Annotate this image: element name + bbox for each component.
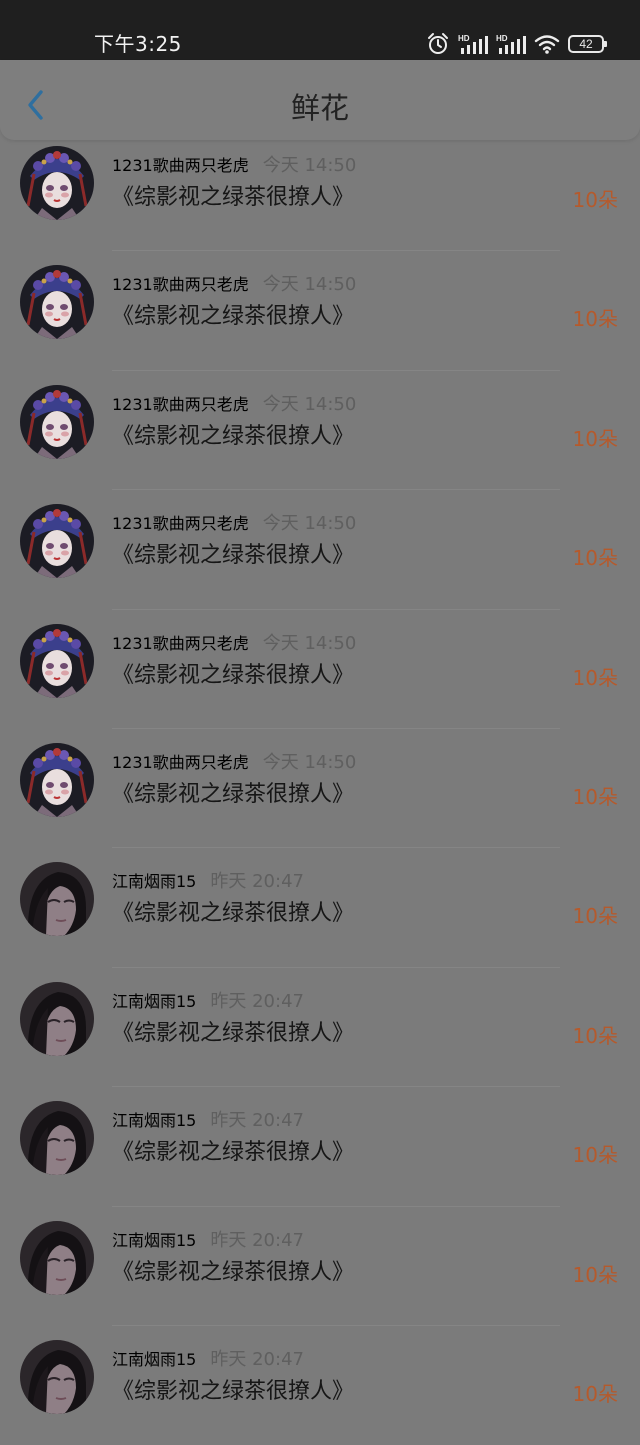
list-item[interactable]: 江南烟雨15 昨天 20:47 《综影视之绿茶很撩人》 10朵 bbox=[0, 1087, 640, 1207]
user-name[interactable]: 江南烟雨15 bbox=[112, 872, 196, 891]
book-title[interactable]: 《综影视之绿茶很撩人》 bbox=[112, 1138, 354, 1168]
user-name[interactable]: 1231歌曲两只老虎 bbox=[112, 275, 249, 294]
item-time: 今天 14:50 bbox=[262, 752, 357, 773]
book-title[interactable]: 《综影视之绿茶很撩人》 bbox=[112, 183, 354, 213]
hd-signal-icon: HD bbox=[458, 34, 488, 54]
battery-icon: 42 bbox=[568, 35, 607, 53]
flower-count: 10朵 bbox=[572, 546, 618, 571]
portrait-avatar[interactable] bbox=[20, 1340, 94, 1414]
flower-count: 10朵 bbox=[572, 1382, 618, 1406]
item-meta: 江南烟雨15 昨天 20:47 bbox=[112, 987, 304, 1013]
book-title[interactable]: 《综影视之绿茶很撩人》 bbox=[112, 1019, 354, 1049]
item-time: 今天 14:50 bbox=[262, 155, 357, 176]
user-name[interactable]: 1231歌曲两只老虎 bbox=[112, 514, 249, 533]
item-meta: 1231歌曲两只老虎 今天 14:50 bbox=[112, 151, 356, 177]
book-title[interactable]: 《综影视之绿茶很撩人》 bbox=[112, 661, 354, 691]
opera-avatar[interactable] bbox=[20, 504, 94, 579]
item-meta: 1231歌曲两只老虎 今天 14:50 bbox=[112, 748, 356, 774]
portrait-avatar[interactable] bbox=[20, 862, 94, 937]
user-name[interactable]: 1231歌曲两只老虎 bbox=[112, 156, 249, 175]
opera-avatar[interactable] bbox=[20, 146, 94, 220]
opera-avatar[interactable] bbox=[20, 623, 94, 698]
list-item[interactable]: 江南烟雨15 昨天 20:47 《综影视之绿茶很撩人》 10朵 bbox=[0, 1326, 640, 1445]
book-title[interactable]: 《综影视之绿茶很撩人》 bbox=[112, 899, 354, 929]
flower-count: 10朵 bbox=[572, 665, 618, 690]
opera-avatar[interactable] bbox=[20, 265, 94, 340]
item-meta: 1231歌曲两只老虎 今天 14:50 bbox=[112, 509, 356, 535]
book-title[interactable]: 《综影视之绿茶很撩人》 bbox=[112, 1377, 354, 1407]
user-name[interactable]: 江南烟雨15 bbox=[112, 992, 196, 1011]
item-time: 昨天 20:47 bbox=[210, 990, 304, 1012]
item-time: 今天 14:50 bbox=[262, 513, 357, 535]
flower-count: 10朵 bbox=[572, 307, 618, 332]
flower-count: 10朵 bbox=[572, 1143, 618, 1168]
user-name[interactable]: 江南烟雨15 bbox=[112, 1231, 196, 1250]
list-item[interactable]: 江南烟雨15 昨天 20:47 《综影视之绿茶很撩人》 10朵 bbox=[0, 1207, 640, 1326]
portrait-avatar[interactable] bbox=[20, 981, 94, 1056]
item-meta: 1231歌曲两只老虎 今天 14:50 bbox=[112, 629, 356, 655]
item-meta: 1231歌曲两只老虎 今天 14:50 bbox=[112, 270, 356, 296]
svg-text:HD: HD bbox=[458, 34, 470, 43]
opera-avatar[interactable] bbox=[20, 743, 94, 817]
user-name[interactable]: 江南烟雨15 bbox=[112, 1111, 196, 1130]
item-meta: 1231歌曲两只老虎 今天 14:50 bbox=[112, 390, 356, 416]
list-item[interactable]: 江南烟雨15 昨天 20:47 《综影视之绿茶很撩人》 10朵 bbox=[0, 968, 640, 1088]
status-icons: HD HD 42 bbox=[426, 32, 607, 56]
item-time: 昨天 20:47 bbox=[210, 1229, 304, 1251]
status-bar: 下午3:25 HD HD 42 bbox=[0, 0, 640, 60]
item-meta: 江南烟雨15 昨天 20:47 bbox=[112, 1226, 304, 1252]
flower-count: 10朵 bbox=[572, 1023, 618, 1048]
portrait-avatar[interactable] bbox=[20, 1101, 94, 1176]
item-meta: 江南烟雨15 昨天 20:47 bbox=[112, 867, 304, 893]
user-name[interactable]: 江南烟雨15 bbox=[112, 1350, 196, 1369]
list-item[interactable]: 1231歌曲两只老虎 今天 14:50 《综影视之绿茶很撩人》 10朵 bbox=[0, 610, 640, 729]
flower-list: 1231歌曲两只老虎 今天 14:50 《综影视之绿茶很撩人》 10朵 1231歌… bbox=[0, 0, 640, 1422]
list-item[interactable]: 1231歌曲两只老虎 今天 14:50 《综影视之绿茶很撩人》 10朵 bbox=[0, 729, 640, 849]
book-title[interactable]: 《综影视之绿茶很撩人》 bbox=[112, 780, 354, 810]
book-title[interactable]: 《综影视之绿茶很撩人》 bbox=[112, 302, 354, 332]
list-item[interactable]: 1231歌曲两只老虎 今天 14:50 《综影视之绿茶很撩人》 10朵 bbox=[0, 490, 640, 610]
hd-signal-icon: HD bbox=[496, 34, 526, 54]
item-time: 昨天 20:47 bbox=[210, 871, 304, 893]
item-time: 昨天 20:47 bbox=[210, 1110, 304, 1132]
portrait-avatar[interactable] bbox=[20, 1220, 94, 1295]
list-item[interactable]: 1231歌曲两只老虎 今天 14:50 《综影视之绿茶很撩人》 10朵 bbox=[0, 132, 640, 252]
item-time: 今天 14:50 bbox=[262, 632, 357, 654]
opera-avatar[interactable] bbox=[20, 384, 94, 459]
flower-count: 10朵 bbox=[572, 188, 618, 212]
flower-count: 10朵 bbox=[572, 1262, 618, 1287]
item-time: 今天 14:50 bbox=[262, 274, 357, 296]
battery-level: 42 bbox=[579, 37, 593, 51]
item-time: 今天 14:50 bbox=[262, 393, 357, 415]
wifi-icon bbox=[534, 35, 560, 54]
user-name[interactable]: 1231歌曲两只老虎 bbox=[112, 753, 249, 772]
status-time: 下午3:25 bbox=[94, 32, 182, 56]
list-item[interactable]: 1231歌曲两只老虎 今天 14:50 《综影视之绿茶很撩人》 10朵 bbox=[0, 251, 640, 371]
navigation-header: 鲜花 bbox=[0, 60, 640, 140]
book-title[interactable]: 《综影视之绿茶很撩人》 bbox=[112, 422, 354, 452]
item-meta: 江南烟雨15 昨天 20:47 bbox=[112, 1345, 304, 1371]
item-meta: 江南烟雨15 昨天 20:47 bbox=[112, 1106, 304, 1132]
flower-count: 10朵 bbox=[572, 426, 618, 451]
user-name[interactable]: 1231歌曲两只老虎 bbox=[112, 634, 249, 653]
svg-text:HD: HD bbox=[496, 34, 508, 43]
item-time: 昨天 20:47 bbox=[210, 1349, 304, 1370]
page-title: 鲜花 bbox=[290, 91, 349, 125]
book-title[interactable]: 《综影视之绿茶很撩人》 bbox=[112, 1258, 354, 1288]
flower-count: 10朵 bbox=[572, 904, 618, 929]
alarm-icon bbox=[428, 33, 448, 54]
book-title[interactable]: 《综影视之绿茶很撩人》 bbox=[112, 541, 354, 571]
flower-count: 10朵 bbox=[572, 785, 618, 809]
user-name[interactable]: 1231歌曲两只老虎 bbox=[112, 395, 249, 414]
list-item[interactable]: 1231歌曲两只老虎 今天 14:50 《综影视之绿茶很撩人》 10朵 bbox=[0, 371, 640, 491]
list-item[interactable]: 江南烟雨15 昨天 20:47 《综影视之绿茶很撩人》 10朵 bbox=[0, 848, 640, 968]
